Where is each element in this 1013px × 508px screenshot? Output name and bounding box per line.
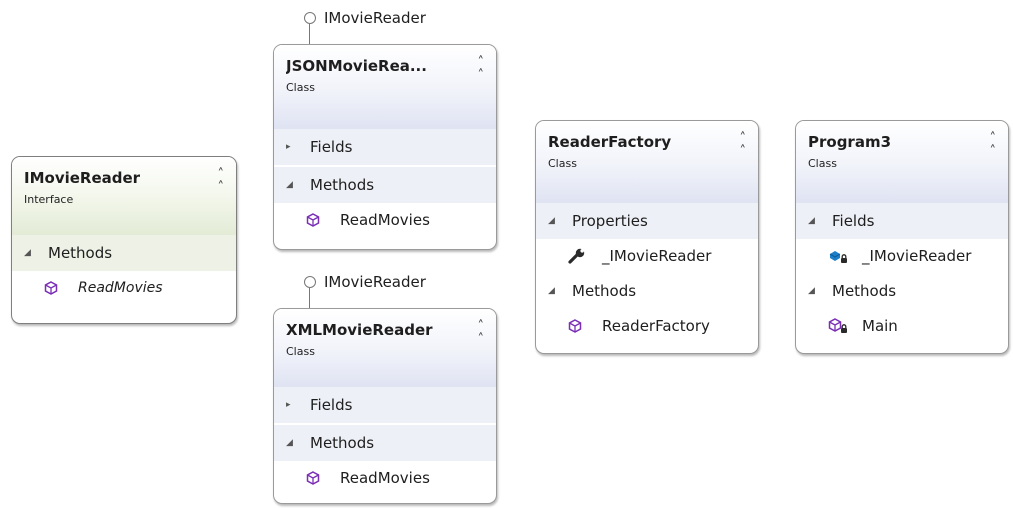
jsonmoviereader-class-shape[interactable]: JSONMovieRea... Class ˄ ˄ ▸ Fields ◢ Meth… xyxy=(273,44,497,250)
shape-kind: Class xyxy=(286,81,315,94)
xmlmoviereader-class-shape[interactable]: XMLMovieReader Class ˄ ˄ ▸ Fields ◢ Metho… xyxy=(273,308,497,504)
double-chevron-up-icon[interactable]: ˄ ˄ xyxy=(740,132,747,158)
shape-header: JSONMovieRea... Class ˄ ˄ xyxy=(274,45,496,129)
field-name: _IMovieReader xyxy=(862,247,972,265)
fields-section-header[interactable]: ▸ Fields xyxy=(274,387,496,423)
section-label: Methods xyxy=(48,244,113,262)
cube-icon xyxy=(44,281,68,295)
shape-kind: Interface xyxy=(24,193,74,206)
shape-title: IMovieReader xyxy=(24,169,141,187)
shape-header: Program3 Class ˄ ˄ xyxy=(796,121,1008,203)
method-item[interactable]: ReaderFactory xyxy=(536,309,758,343)
cube-icon xyxy=(306,471,330,485)
method-item[interactable]: ReadMovies xyxy=(274,461,496,495)
section-label: Methods xyxy=(310,434,375,452)
method-name: ReaderFactory xyxy=(602,317,710,335)
methods-section-header[interactable]: ◢ Methods xyxy=(12,235,236,271)
property-name: _IMovieReader xyxy=(602,247,712,265)
double-chevron-up-icon[interactable]: ˄ ˄ xyxy=(218,168,225,194)
shape-kind: Class xyxy=(548,157,577,170)
shape-header: XMLMovieReader Class ˄ ˄ xyxy=(274,309,496,387)
interface-ring-icon xyxy=(304,276,316,288)
shape-header: IMovieReader Interface ˄ ˄ xyxy=(12,157,236,235)
triangle-down-icon: ◢ xyxy=(548,286,555,296)
interface-lollipop: IMovieReader xyxy=(304,273,426,310)
triangle-down-icon: ◢ xyxy=(24,248,31,258)
triangle-down-icon: ◢ xyxy=(808,286,815,296)
lollipop-label: IMovieReader xyxy=(324,273,426,291)
section-label: Fields xyxy=(832,212,875,230)
lollipop-label: IMovieReader xyxy=(324,9,426,27)
methods-section-header[interactable]: ◢ Methods xyxy=(274,167,496,203)
property-item[interactable]: _IMovieReader xyxy=(536,239,758,273)
private-field-icon xyxy=(828,248,852,264)
shape-title: Program3 xyxy=(808,133,892,151)
section-label: Fields xyxy=(310,138,353,156)
shape-kind: Class xyxy=(808,157,837,170)
interface-ring-icon xyxy=(304,12,316,24)
shape-title: XMLMovieReader xyxy=(286,321,433,339)
triangle-right-icon: ▸ xyxy=(286,142,291,152)
section-label: Fields xyxy=(310,396,353,414)
method-name: Main xyxy=(862,317,898,335)
cube-icon xyxy=(568,319,592,333)
triangle-down-icon: ◢ xyxy=(286,180,293,190)
method-name: ReadMovies xyxy=(340,469,430,487)
method-name: ReadMovies xyxy=(78,280,163,296)
fields-section-header[interactable]: ▸ Fields xyxy=(274,129,496,165)
method-item[interactable]: ReadMovies xyxy=(274,203,496,237)
methods-section-header[interactable]: ◢ Methods xyxy=(274,425,496,461)
shape-title: ReaderFactory xyxy=(548,133,672,151)
methods-section-header[interactable]: ◢ Methods xyxy=(536,273,758,309)
double-chevron-up-icon[interactable]: ˄ ˄ xyxy=(478,56,485,82)
triangle-down-icon: ◢ xyxy=(286,438,293,448)
section-label: Properties xyxy=(572,212,648,230)
interface-lollipop: IMovieReader xyxy=(304,9,426,46)
triangle-down-icon: ◢ xyxy=(548,216,555,226)
method-item[interactable]: Main xyxy=(796,309,1008,343)
readerfactory-class-shape[interactable]: ReaderFactory Class ˄ ˄ ◢ Properties _IMo… xyxy=(535,120,759,354)
double-chevron-up-icon[interactable]: ˄ ˄ xyxy=(990,132,997,158)
private-method-icon xyxy=(828,318,852,334)
section-label: Methods xyxy=(310,176,375,194)
cube-icon xyxy=(306,213,330,227)
wrench-icon xyxy=(568,248,592,264)
double-chevron-up-icon[interactable]: ˄ ˄ xyxy=(478,320,485,346)
shape-header: ReaderFactory Class ˄ ˄ xyxy=(536,121,758,203)
method-name: ReadMovies xyxy=(340,211,430,229)
program3-class-shape[interactable]: Program3 Class ˄ ˄ ◢ Fields _IMovieReader… xyxy=(795,120,1009,354)
triangle-right-icon: ▸ xyxy=(286,400,291,410)
triangle-down-icon: ◢ xyxy=(808,216,815,226)
properties-section-header[interactable]: ◢ Properties xyxy=(536,203,758,239)
method-item[interactable]: ReadMovies xyxy=(12,271,236,305)
section-label: Methods xyxy=(572,282,637,300)
section-label: Methods xyxy=(832,282,897,300)
imoviereader-interface-shape[interactable]: IMovieReader Interface ˄ ˄ ◢ Methods Read… xyxy=(11,156,237,324)
methods-section-header[interactable]: ◢ Methods xyxy=(796,273,1008,309)
shape-title: JSONMovieRea... xyxy=(286,57,427,75)
fields-section-header[interactable]: ◢ Fields xyxy=(796,203,1008,239)
shape-kind: Class xyxy=(286,345,315,358)
field-item[interactable]: _IMovieReader xyxy=(796,239,1008,273)
